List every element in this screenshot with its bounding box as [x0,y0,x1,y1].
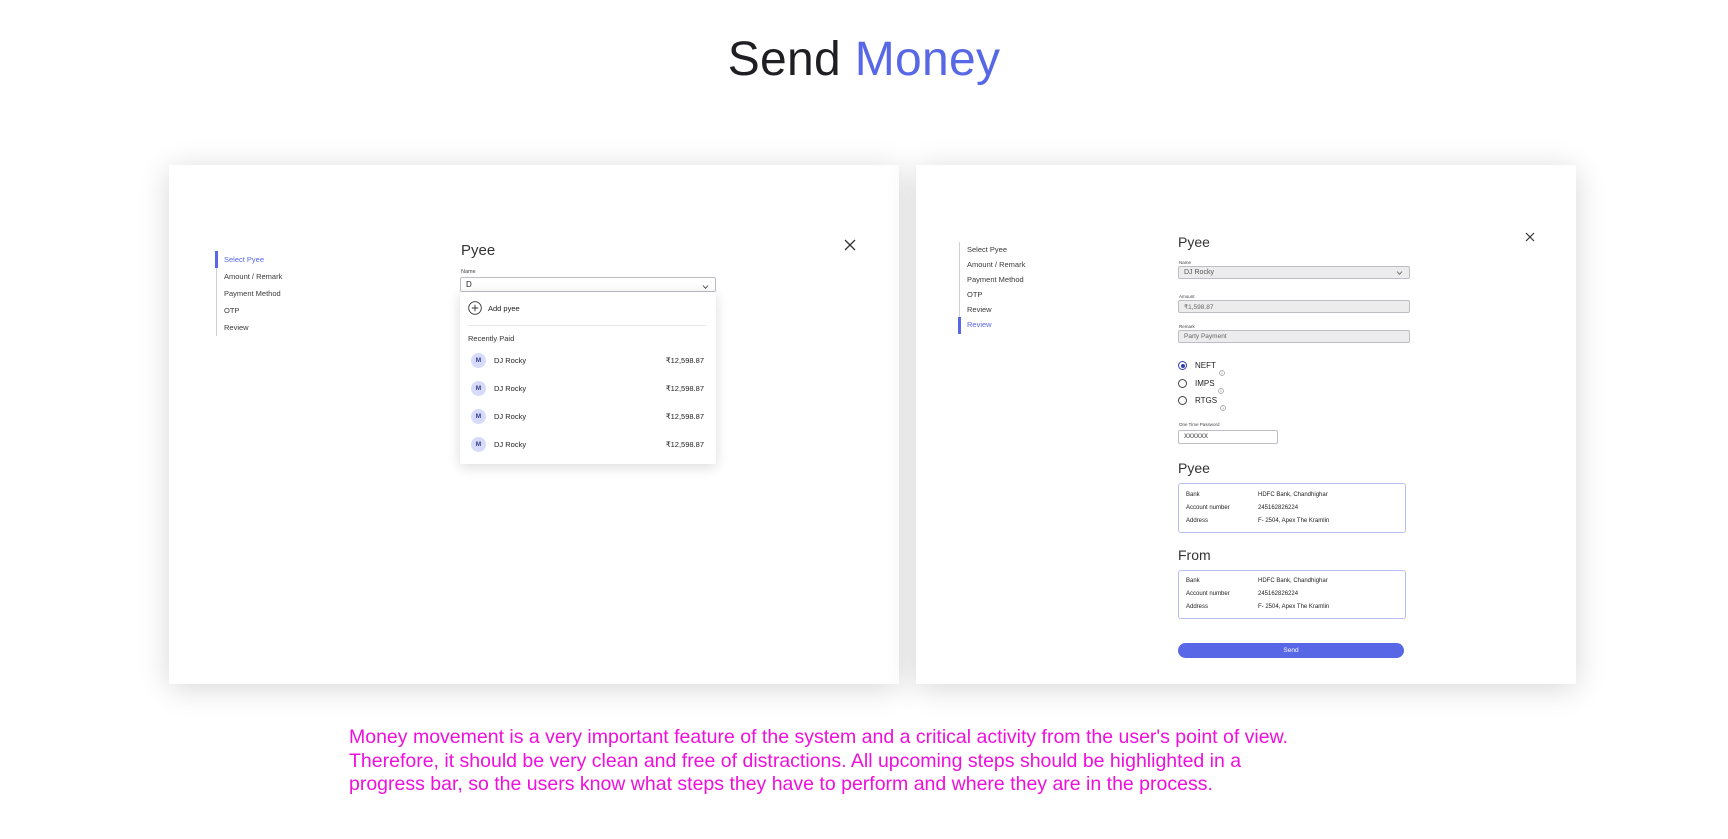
page-title-main: Send [727,33,842,86]
detail-value: F- 2504, Apex The Kramlin [1258,604,1330,610]
step-otp[interactable]: OTP [960,287,1025,302]
payee-name: DJ Rocky [494,411,527,421]
detail-value: HDFC Bank, Chandhighar [1258,492,1328,498]
payee-name-value: D [466,280,472,289]
payee-amount: ₹12,598.87 [665,355,704,365]
payee-details-card: Bank HDFC Bank, Chandhighar Account numb… [1178,483,1406,533]
detail-row: Address F- 2504, Apex The Kramlin [1186,518,1329,524]
list-item[interactable]: M DJ Rocky ₹12,598.87 [471,407,704,425]
step-amount-remark[interactable]: Amount / Remark [217,268,282,285]
list-item[interactable]: M DJ Rocky ₹12,598.87 [471,379,704,397]
detail-value: HDFC Bank, Chandhighar [1258,578,1328,584]
page-title: Send Money [0,32,1728,87]
name-label: Name [1179,260,1192,265]
close-icon [842,237,858,253]
add-payee-button[interactable]: Add pyee [468,301,520,315]
payment-method-rtgs[interactable]: RTGS [1178,396,1226,411]
list-item[interactable]: M DJ Rocky ₹12,598.87 [471,435,704,453]
name-label: Name [461,269,476,275]
step-select-payee[interactable]: Select Pyee [214,251,282,268]
payee-name: DJ Rocky [494,355,527,365]
otp-input[interactable]: XXXXXX [1178,430,1278,444]
info-icon [1220,398,1226,411]
review-screen: Select Pyee Amount / Remark Payment Meth… [916,165,1576,684]
step-select-payee[interactable]: Select Pyee [960,242,1025,257]
step-review[interactable]: Review [217,319,282,336]
payee-name: DJ Rocky [494,439,527,449]
amount-label: Amount [1179,294,1195,299]
payee-amount: ₹12,598.87 [665,383,704,393]
detail-row: Bank HDFC Bank, Chandhighar [1186,492,1328,498]
payment-method-label: IMPS [1195,379,1215,388]
detail-value: 245162826224 [1258,591,1299,597]
avatar: M [471,408,486,424]
close-button[interactable] [1522,229,1538,245]
description-line: progress bar, so the users know what ste… [349,773,1213,795]
detail-row: Address F- 2504, Apex The Kramlin [1186,604,1329,610]
progress-stepper: Select Pyee Amount / Remark Payment Meth… [214,251,282,336]
divider [468,325,706,326]
step-review[interactable]: Review [960,302,1025,317]
payment-method-label: NEFT [1195,361,1216,370]
payee-amount: ₹12,598.87 [665,439,704,449]
from-details-card: Bank HDFC Bank, Chandhighar Account numb… [1178,570,1406,619]
otp-label: One Time Password [1179,422,1220,427]
add-payee-label: Add pyee [488,303,520,313]
info-icon [1219,363,1225,376]
send-button[interactable]: Send [1178,643,1404,658]
description-text: Money movement is a very important featu… [349,726,1449,797]
plus-circle-icon [468,301,482,315]
detail-key: Address [1186,518,1209,524]
payment-method-neft[interactable]: NEFT [1178,361,1225,376]
close-icon [1522,229,1538,245]
detail-key: Account number [1186,591,1230,597]
payee-name-select[interactable]: D [460,277,716,292]
radio-button[interactable] [1178,379,1187,388]
detail-value: F- 2504, Apex The Kramlin [1258,518,1330,524]
payee-dropdown: Add pyee Recently Paid M DJ Rocky ₹12,59… [460,292,716,464]
detail-value: 245162826224 [1258,505,1299,511]
remark-input[interactable]: Party Payment [1178,330,1410,343]
payee-details-title: Pyee [1178,460,1210,476]
from-details-title: From [1178,547,1211,563]
detail-key: Account number [1186,505,1230,511]
step-payment-method[interactable]: Payment Method [960,272,1025,287]
avatar: M [471,352,486,368]
recently-paid-title: Recently Paid [468,334,515,343]
progress-stepper: Select Pyee Amount / Remark Payment Meth… [957,242,1025,334]
description-line: Therefore, it should be very clean and f… [349,749,1242,772]
payee-amount: ₹12,598.87 [665,411,704,421]
payment-method-imps[interactable]: IMPS [1178,379,1224,394]
detail-key: Bank [1186,492,1200,498]
payment-method-label: RTGS [1195,396,1218,405]
page-title-accent: Money [854,33,1001,86]
avatar: M [471,436,486,452]
step-review-current[interactable]: Review [957,317,1025,334]
payee-name-value: DJ Rocky [1184,269,1214,276]
list-item[interactable]: M DJ Rocky ₹12,598.87 [471,351,704,369]
avatar: M [471,380,486,396]
radio-button-checked[interactable] [1178,361,1187,370]
remark-label: Remark [1179,324,1195,329]
payee-name: DJ Rocky [494,383,527,393]
step-amount-remark[interactable]: Amount / Remark [960,257,1025,272]
section-title: Pyee [1178,234,1210,250]
detail-key: Address [1186,604,1209,610]
select-payee-screen: Select Pyee Amount / Remark Payment Meth… [169,165,899,684]
description-line: Money movement is a very important featu… [349,726,1289,748]
detail-row: Bank HDFC Bank, Chandhighar [1186,578,1328,584]
chevron-down-icon [1396,270,1403,275]
close-button[interactable] [842,237,858,253]
detail-key: Bank [1186,578,1200,584]
step-otp[interactable]: OTP [217,302,282,319]
amount-input[interactable]: ₹1,598.87 [1178,300,1410,313]
detail-row: Account number 245162826224 [1186,591,1298,597]
payee-name-select[interactable]: DJ Rocky [1178,266,1410,279]
detail-row: Account number 245162826224 [1186,505,1298,511]
radio-button[interactable] [1178,396,1187,405]
chevron-down-icon [702,282,709,289]
step-payment-method[interactable]: Payment Method [217,285,282,302]
info-icon [1217,381,1224,394]
section-title: Pyee [461,242,496,259]
